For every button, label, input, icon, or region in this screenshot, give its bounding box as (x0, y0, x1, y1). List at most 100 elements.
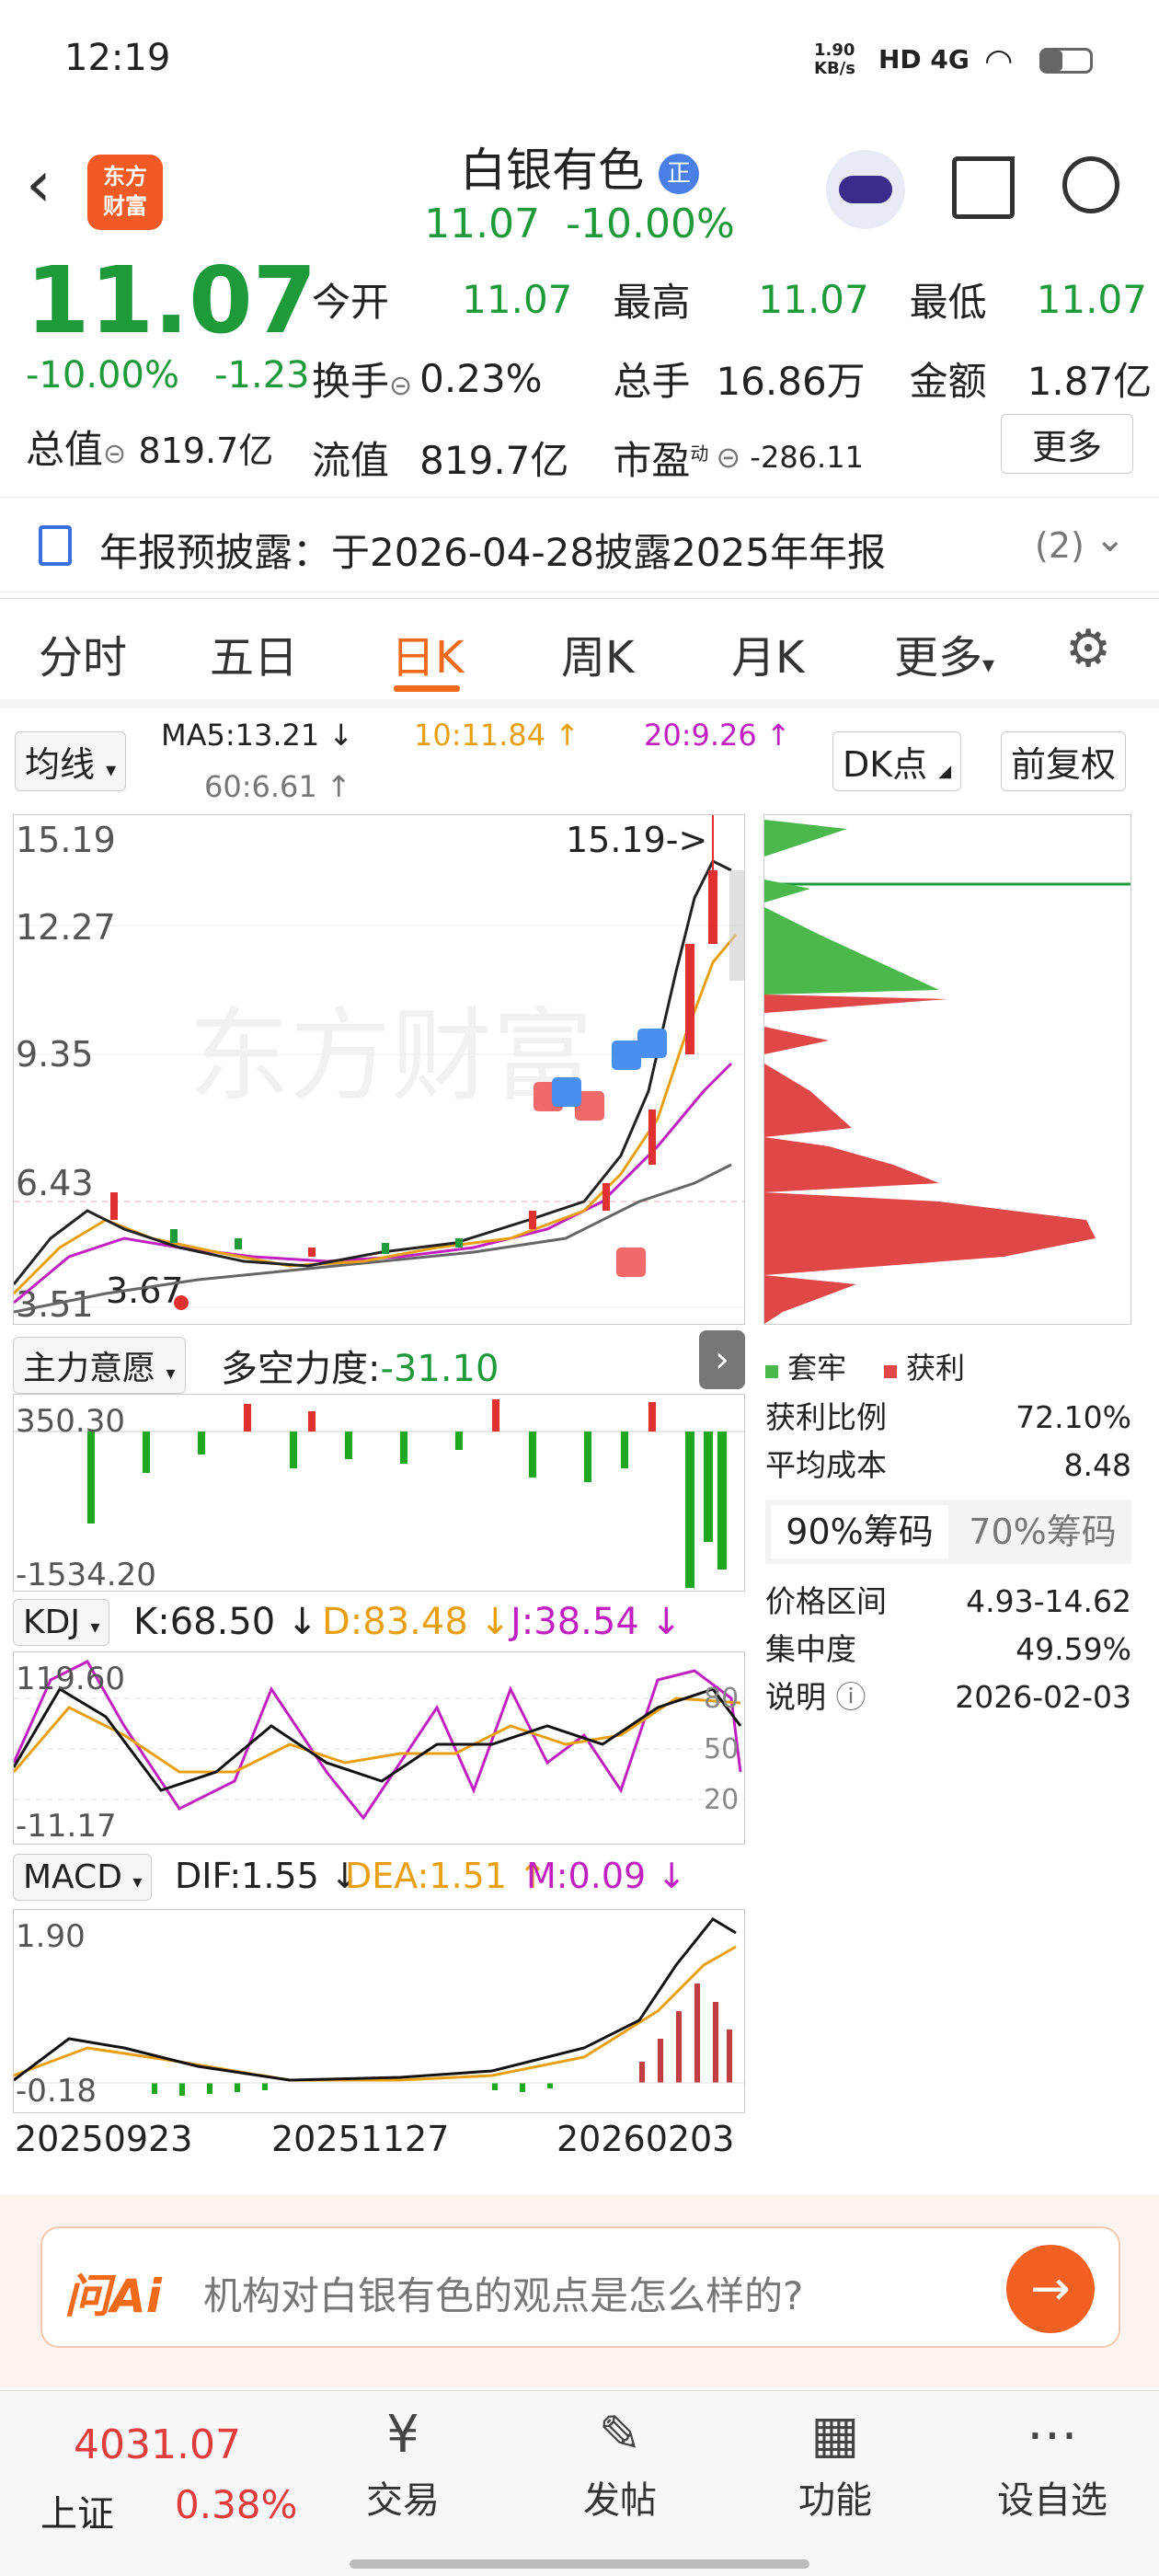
ma-button[interactable]: 均线 ▾ (15, 731, 127, 791)
tab-monthly-k[interactable]: 月K (731, 621, 804, 685)
kdj-d-label: D:83.48 ↓ (322, 1601, 511, 1643)
grid-icon: ▦ (810, 2405, 860, 2465)
more-button[interactable]: 更多 (1001, 414, 1133, 474)
price-change: -10.00% -1.23 (26, 354, 310, 397)
active-tab-indicator (394, 685, 460, 692)
sell-signal-icon[interactable] (552, 1077, 581, 1107)
search-icon[interactable] (1062, 156, 1119, 213)
price-adjust-button[interactable]: 前复权 (1001, 731, 1127, 791)
kdj-level-20: 20 (704, 1784, 739, 1816)
chip-svg (764, 820, 1130, 1324)
status-time: 12:19 (64, 37, 171, 79)
macd-chart: 1.90 -0.18 (13, 1909, 745, 2113)
tab-70-chips[interactable]: 70%筹码 (954, 1500, 1131, 1564)
document-icon (39, 525, 72, 566)
max-marker: 15.19-> (566, 820, 707, 860)
open-label: 今开 (312, 279, 390, 325)
kdj-level-80: 80 (704, 1683, 739, 1715)
tab-daily-k[interactable]: 日K (391, 621, 464, 685)
kdj-y-bottom: -11.17 (16, 1808, 117, 1844)
nav-add-watchlist[interactable]: ⋯ 设自选 (988, 2406, 1117, 2524)
kdj-level-50: 50 (704, 1733, 739, 1765)
chip-legend: 套牢 获利 (765, 1345, 965, 1387)
buy-signal-icon[interactable] (616, 1248, 646, 1277)
index-value[interactable]: 4031.07 (74, 2421, 241, 2468)
info-icon[interactable]: ⓘ (836, 1679, 866, 1715)
status-bar: 12:19 1.90 KB/s HD 4G ◠ (0, 0, 1159, 120)
wifi-icon: ◠ (984, 42, 1014, 80)
y-label-3: 9.35 (16, 1034, 94, 1075)
high-label: 最高 (613, 279, 691, 325)
macd-dea-label: DEA:1.51 ↑ (345, 1856, 547, 1896)
pe-label: 市盈动 (613, 437, 709, 483)
index-pct[interactable]: 0.38% (175, 2482, 297, 2527)
share-icon[interactable] (952, 156, 1015, 219)
network-icon: HD 4G (878, 44, 970, 75)
settings-gear-icon[interactable]: ⚙ (1065, 624, 1111, 675)
y-label-2: 12.27 (16, 907, 116, 948)
tab-five-day[interactable]: 五日 (210, 621, 298, 685)
notice-text: 年报预披露：于2026-04-28披露2025年年报 (99, 530, 886, 575)
nav-post[interactable]: ✎ 发帖 (556, 2406, 684, 2524)
ai-logo: 问Ai (64, 2270, 162, 2323)
macd-button[interactable]: MACD ▾ (13, 1854, 153, 1901)
ai-search-box[interactable]: 问Ai 机构对白银有色的观点是怎么样的? → (40, 2226, 1120, 2348)
main-force-label: 多空力度:-31.10 (221, 1348, 499, 1390)
yuan-cycle-icon: ¥ (386, 2405, 419, 2465)
market-cap: 总值⊝ 819.7亿 (26, 427, 274, 472)
main-force-button[interactable]: 主力意愿 ▾ (13, 1337, 186, 1394)
battery-icon (1039, 48, 1093, 74)
kdj-j-label: J:38.54 ↓ (511, 1601, 683, 1643)
watermark: 东方财富 (189, 1000, 593, 1113)
main-force-chart: 350.30 -1534.20 (13, 1394, 745, 1593)
home-indicator (350, 2559, 809, 2569)
kdj-y-top: 119.60 (16, 1661, 125, 1697)
ma10-label: 10:11.84 ↑ (414, 718, 580, 753)
low-label: 最低 (909, 279, 987, 325)
kdj-button[interactable]: KDJ ▾ (13, 1599, 110, 1646)
kdj-chart: 119.60 -11.17 80 50 20 (12, 1651, 745, 1845)
turnover-label: 换手⊝ (312, 358, 413, 404)
tab-90-chips[interactable]: 90%筹码 (771, 1505, 948, 1558)
float-label: 流值 (312, 437, 390, 483)
nav-trade[interactable]: ¥ 交易 (339, 2406, 467, 2524)
macd-y-bottom: -0.18 (16, 2073, 97, 2110)
low-value: 11.07 (1036, 276, 1147, 322)
expand-arrow-icon[interactable]: › (699, 1330, 745, 1389)
volume-label: 总手 (613, 358, 691, 404)
min-dot (174, 1295, 189, 1310)
x-date-2: 20251127 (271, 2119, 450, 2159)
macd-dif-label: DIF:1.55 ↓ (175, 1856, 360, 1896)
main-force-y-top: 350.30 (16, 1403, 125, 1440)
dk-point-button[interactable]: DK点 ◢ (832, 731, 962, 791)
nav-functions[interactable]: ▦ 功能 (771, 2406, 900, 2524)
sell-signal-icon[interactable] (637, 1029, 667, 1058)
separator (0, 699, 1159, 708)
arrow-right-icon[interactable]: → (1006, 2245, 1095, 2333)
robot-assistant-icon[interactable] (826, 150, 905, 229)
tab-more[interactable]: 更多▾ (894, 621, 994, 685)
index-name[interactable]: 上证 (40, 2484, 114, 2537)
high-value: 11.07 (758, 276, 869, 322)
volume-value: 16.86万 (716, 358, 866, 404)
chip-distribution-chart (763, 814, 1131, 1325)
kline-chart[interactable]: 东方财富 15.19 12.27 9.35 6.43 3.51 15.19-> … (12, 814, 745, 1325)
sell-signal-icon[interactable] (612, 1041, 641, 1070)
macd-y-top: 1.90 (16, 1918, 86, 1955)
x-date-3: 20260203 (557, 2119, 735, 2159)
kline-svg: 东方财富 15.19 12.27 9.35 6.43 3.51 15.19-> … (12, 815, 744, 1325)
more-dots-icon: ⋯ (1027, 2405, 1078, 2465)
ma5-label: MA5:13.21 ↓ (161, 718, 354, 753)
chip-stats: 获利比例 72.10% 平均成本 8.48 (765, 1399, 1131, 1483)
main-force-svg: 350.30 -1534.20 (14, 1399, 744, 1593)
tab-intraday[interactable]: 分时 (39, 621, 127, 685)
float-value: 819.7亿 (419, 437, 569, 483)
open-value: 11.07 (462, 276, 573, 322)
macd-dif-line (13, 1917, 737, 2082)
macd-dea-line (13, 1945, 737, 2082)
tab-weekly-k[interactable]: 周K (561, 621, 634, 685)
edit-icon: ✎ (598, 2405, 642, 2465)
x-date-1: 20250923 (15, 2119, 193, 2159)
turnover-value: 0.23% (419, 355, 543, 401)
notice-bar[interactable]: 年报预披露：于2026-04-28披露2025年年报 (2) ⌄ (0, 497, 1159, 592)
